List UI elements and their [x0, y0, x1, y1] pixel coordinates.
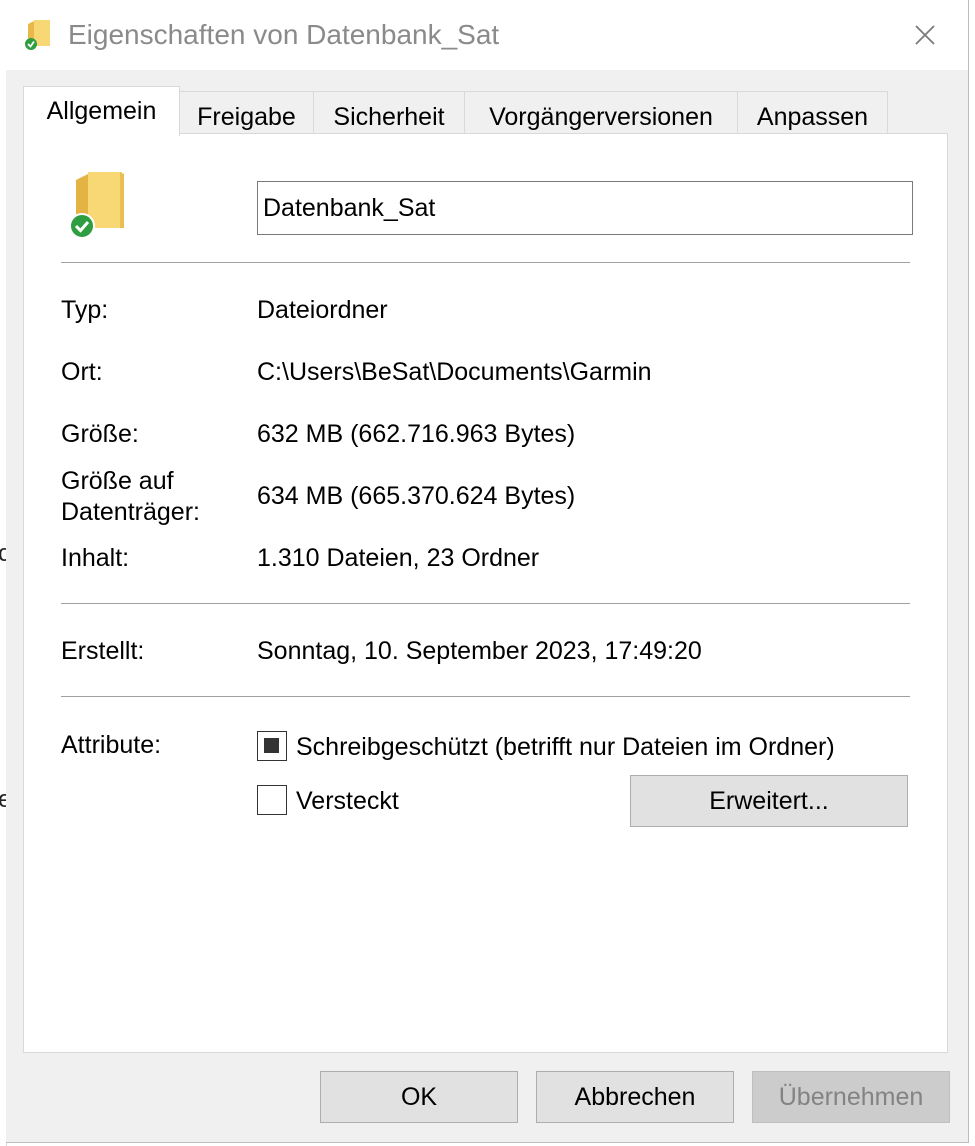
tab-freigabe[interactable]: Freigabe [179, 91, 314, 133]
type-label: Typ: [61, 296, 109, 324]
size-on-disk-label-line2: Datenträger: [61, 498, 200, 526]
hidden-label[interactable]: Versteckt [296, 786, 399, 816]
title-bar[interactable]: Eigenschaften von Datenbank_Sat [6, 0, 968, 70]
readonly-checkbox[interactable] [257, 731, 287, 761]
separator [61, 696, 910, 697]
tab-vorgaengerversionen[interactable]: Vorgängerversionen [464, 91, 738, 133]
folder-sync-icon [25, 20, 50, 50]
close-button[interactable] [882, 0, 968, 70]
indeterminate-mark-icon [264, 738, 279, 753]
apply-button[interactable]: Übernehmen [752, 1071, 950, 1123]
size-value: 632 MB (662.716.963 Bytes) [257, 420, 576, 448]
tab-anpassen[interactable]: Anpassen [737, 91, 888, 133]
separator [61, 603, 910, 604]
location-label: Ort: [61, 358, 103, 386]
window-title: Eigenschaften von Datenbank_Sat [68, 19, 500, 50]
hidden-checkbox[interactable] [257, 785, 287, 815]
contents-value: 1.310 Dateien, 23 Ordner [257, 544, 540, 572]
advanced-button[interactable]: Erweitert... [630, 775, 908, 827]
type-value: Dateiordner [257, 296, 388, 324]
ok-button[interactable]: OK [320, 1071, 518, 1123]
size-on-disk-value: 634 MB (665.370.624 Bytes) [257, 482, 576, 510]
tab-allgemein[interactable]: Allgemein [23, 86, 180, 136]
size-on-disk-label-line1: Größe auf [61, 467, 174, 495]
size-label: Größe: [61, 420, 139, 448]
tab-sicherheit[interactable]: Sicherheit [313, 91, 465, 133]
properties-dialog: Eigenschaften von Datenbank_Sat Allgemei… [6, 0, 969, 1143]
separator [61, 262, 910, 263]
cancel-button[interactable]: Abbrechen [536, 1071, 734, 1123]
location-value: C:\Users\BeSat\Documents\Garmin [257, 358, 652, 386]
readonly-label[interactable]: Schreibgeschützt (betrifft nur Dateien i… [296, 732, 835, 762]
contents-label: Inhalt: [61, 544, 130, 572]
general-tab-panel: Typ: Dateiordner Ort: C:\Users\BeSat\Doc… [23, 133, 948, 1053]
folder-sync-icon [69, 172, 124, 239]
created-label: Erstellt: [61, 637, 145, 665]
created-value: Sonntag, 10. September 2023, 17:49:20 [257, 637, 702, 665]
folder-name-input[interactable] [257, 181, 913, 235]
close-icon [915, 25, 935, 45]
attributes-label: Attribute: [61, 731, 162, 759]
